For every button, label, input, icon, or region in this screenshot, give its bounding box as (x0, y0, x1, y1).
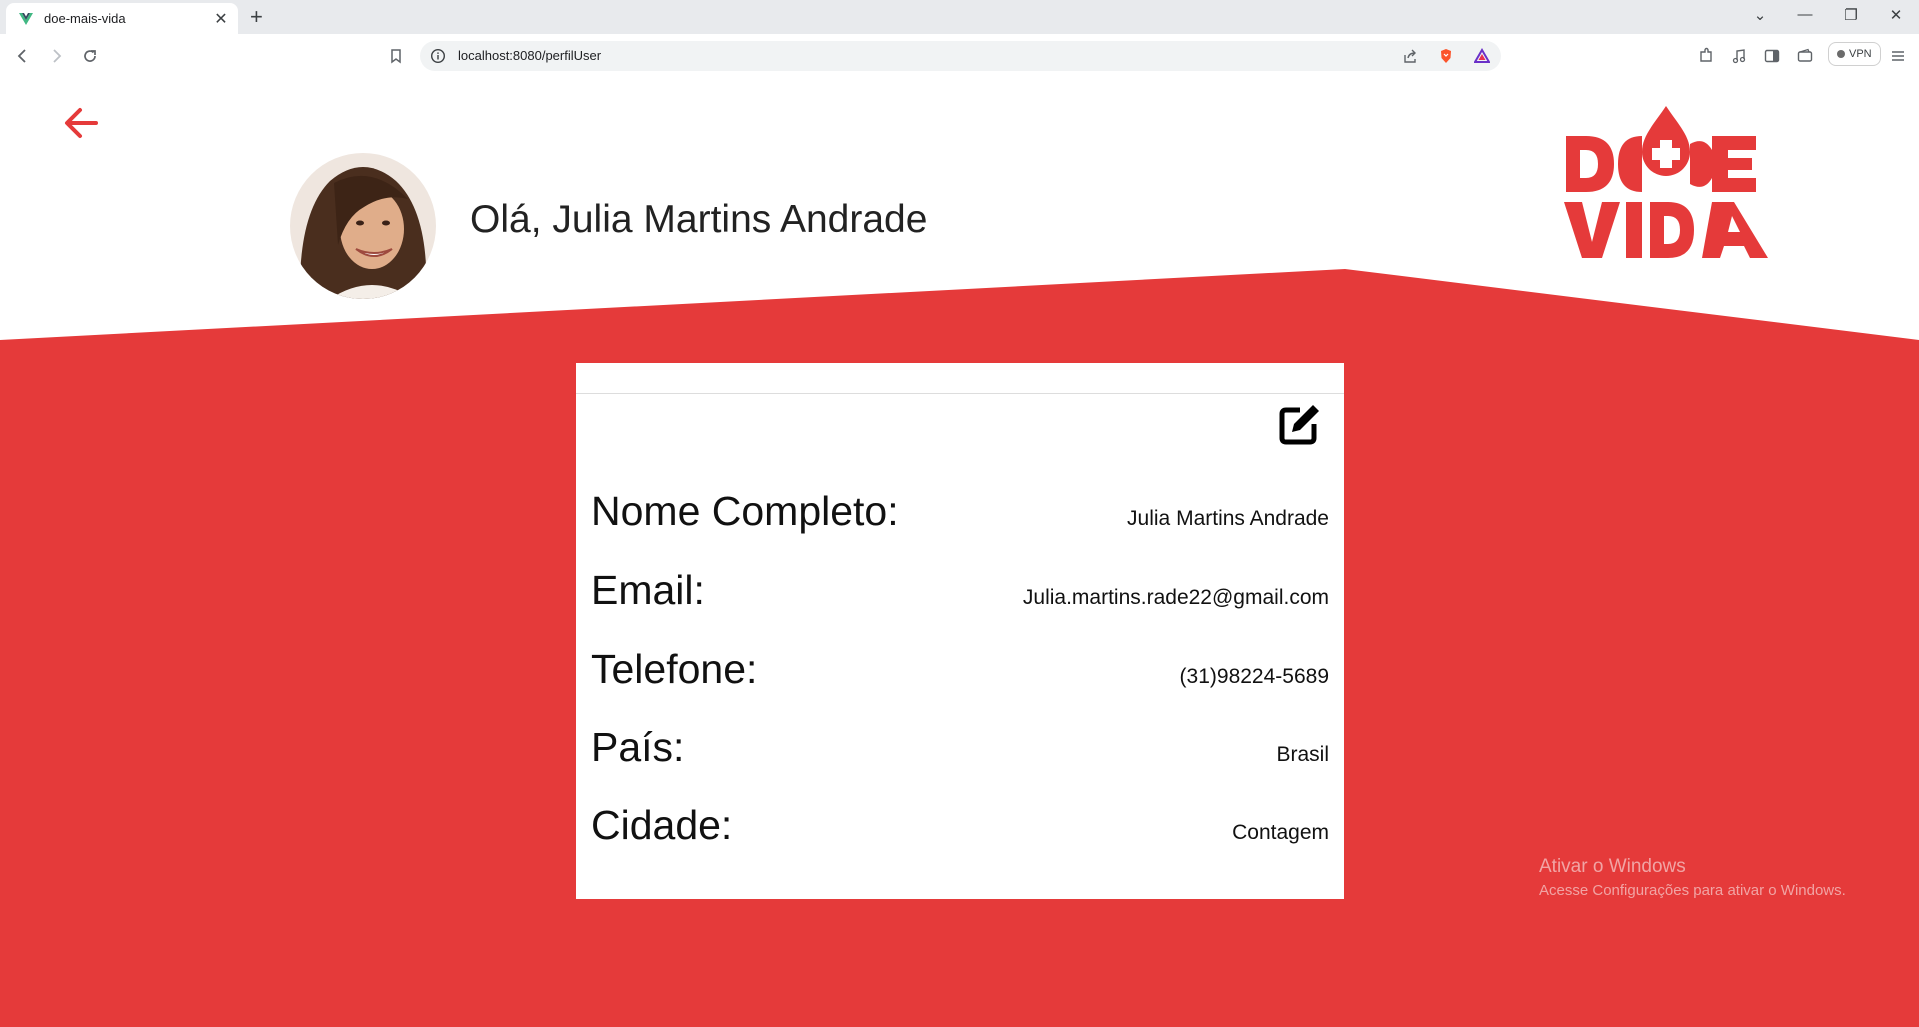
profile-row-email: Email: Julia.martins.rade22@gmail.com (591, 560, 1329, 620)
row-label-pais: País: (591, 724, 685, 770)
tab-search-dropdown-icon[interactable]: ⌄ (1748, 6, 1772, 24)
reload-button[interactable] (78, 44, 102, 68)
tab-close-button[interactable]: ✕ (212, 9, 230, 29)
vpn-button[interactable]: VPN (1828, 42, 1881, 66)
restore-button[interactable]: ❐ (1839, 6, 1863, 24)
brave-shields-icon[interactable] (1438, 48, 1454, 64)
edit-icon[interactable] (1278, 402, 1322, 446)
windows-activation-watermark: Ativar o Windows Acesse Configurações pa… (1539, 856, 1846, 899)
back-arrow-icon[interactable] (60, 102, 102, 144)
browser-toolbar: localhost:8080/perfilUser VPN (0, 34, 1919, 79)
bookmark-icon (391, 49, 401, 64)
browser-tabstrip: doe-mais-vida ✕ + ⌄ — ❐ ✕ (0, 0, 1919, 34)
row-value-telefone: (31)98224-5689 (1179, 665, 1329, 688)
row-label-nome: Nome Completo: (591, 488, 899, 534)
watermark-subtitle: Acesse Configurações para ativar o Windo… (1539, 882, 1846, 899)
row-value-email: Julia.martins.rade22@gmail.com (1022, 586, 1329, 609)
media-icon[interactable] (1730, 47, 1748, 65)
browser-tab[interactable]: doe-mais-vida ✕ (6, 3, 238, 34)
avatar (290, 153, 436, 299)
profile-card: Nome Completo: Julia Martins Andrade Ema… (576, 363, 1344, 899)
doe-vida-logo (1564, 106, 1768, 258)
watermark-title: Ativar o Windows (1539, 856, 1686, 877)
profile-row-nome: Nome Completo: Julia Martins Andrade (591, 481, 1329, 541)
address-bar[interactable]: localhost:8080/perfilUser (420, 41, 1501, 71)
site-info-icon[interactable] (430, 48, 446, 64)
wallet-icon[interactable] (1796, 47, 1814, 65)
chevron-right-icon (53, 49, 62, 63)
forward-button[interactable] (44, 44, 68, 68)
vue-favicon-icon (19, 12, 33, 25)
row-value-cidade: Contagem (1232, 821, 1329, 844)
vpn-status-icon (1837, 50, 1845, 58)
vpn-label: VPN (1849, 48, 1872, 60)
minimize-button[interactable]: — (1793, 6, 1817, 23)
row-value-pais: Brasil (1276, 743, 1329, 766)
reload-icon (84, 50, 96, 62)
profile-row-pais: País: Brasil (591, 717, 1329, 777)
profile-row-cidade: Cidade: Contagem (591, 795, 1329, 855)
close-window-button[interactable]: ✕ (1884, 6, 1908, 24)
row-label-telefone: Telefone: (591, 646, 758, 692)
page-title: Olá, Julia Martins Andrade (470, 198, 928, 241)
row-label-cidade: Cidade: (591, 802, 733, 848)
profile-row-telefone: Telefone: (31)98224-5689 (591, 639, 1329, 699)
card-divider (576, 393, 1344, 394)
user-photo-icon (290, 153, 436, 299)
bookmark-button[interactable] (384, 44, 408, 68)
row-value-nome: Julia Martins Andrade (1127, 507, 1329, 530)
tab-title: doe-mais-vida (44, 11, 126, 26)
brave-rewards-icon[interactable] (1474, 48, 1490, 64)
row-label-email: Email: (591, 567, 705, 613)
back-button[interactable] (11, 44, 35, 68)
new-tab-button[interactable]: + (250, 4, 263, 30)
url-text[interactable]: localhost:8080/perfilUser (458, 48, 601, 63)
menu-icon[interactable] (1889, 47, 1907, 65)
chevron-left-icon (17, 49, 26, 63)
share-icon[interactable] (1402, 48, 1418, 64)
extensions-icon[interactable] (1697, 47, 1715, 65)
sidebar-icon[interactable] (1763, 47, 1781, 65)
